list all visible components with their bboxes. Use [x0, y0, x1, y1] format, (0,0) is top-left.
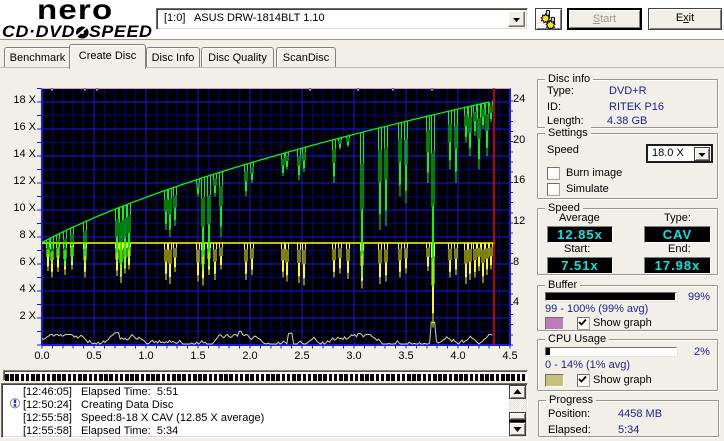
svg-text:20: 20 — [513, 134, 525, 146]
svg-text:6 X: 6 X — [19, 256, 36, 268]
svg-text:10 X: 10 X — [13, 202, 36, 214]
svg-text:2 X: 2 X — [19, 310, 36, 322]
svg-text:3.5: 3.5 — [398, 350, 413, 362]
svg-text:1.5: 1.5 — [190, 350, 205, 362]
svg-text:16 X: 16 X — [13, 121, 36, 133]
svg-text:0.5: 0.5 — [86, 350, 101, 362]
svg-text:12: 12 — [513, 215, 525, 227]
svg-text:4.0: 4.0 — [450, 350, 465, 362]
svg-text:2.5: 2.5 — [294, 350, 309, 362]
svg-text:14 X: 14 X — [13, 148, 36, 160]
svg-text:24: 24 — [513, 93, 525, 105]
svg-text:4.5: 4.5 — [502, 350, 517, 362]
svg-text:18 X: 18 X — [13, 94, 36, 106]
svg-text:1.0: 1.0 — [138, 350, 153, 362]
svg-text:8 X: 8 X — [19, 229, 36, 241]
svg-text:4: 4 — [513, 296, 519, 308]
svg-text:16: 16 — [513, 174, 525, 186]
svg-text:2.0: 2.0 — [242, 350, 257, 362]
svg-text:8: 8 — [513, 256, 519, 268]
svg-text:12 X: 12 X — [13, 175, 36, 187]
svg-text:0.0: 0.0 — [34, 350, 49, 362]
svg-text:3.0: 3.0 — [346, 350, 361, 362]
svg-text:4 X: 4 X — [19, 283, 36, 295]
